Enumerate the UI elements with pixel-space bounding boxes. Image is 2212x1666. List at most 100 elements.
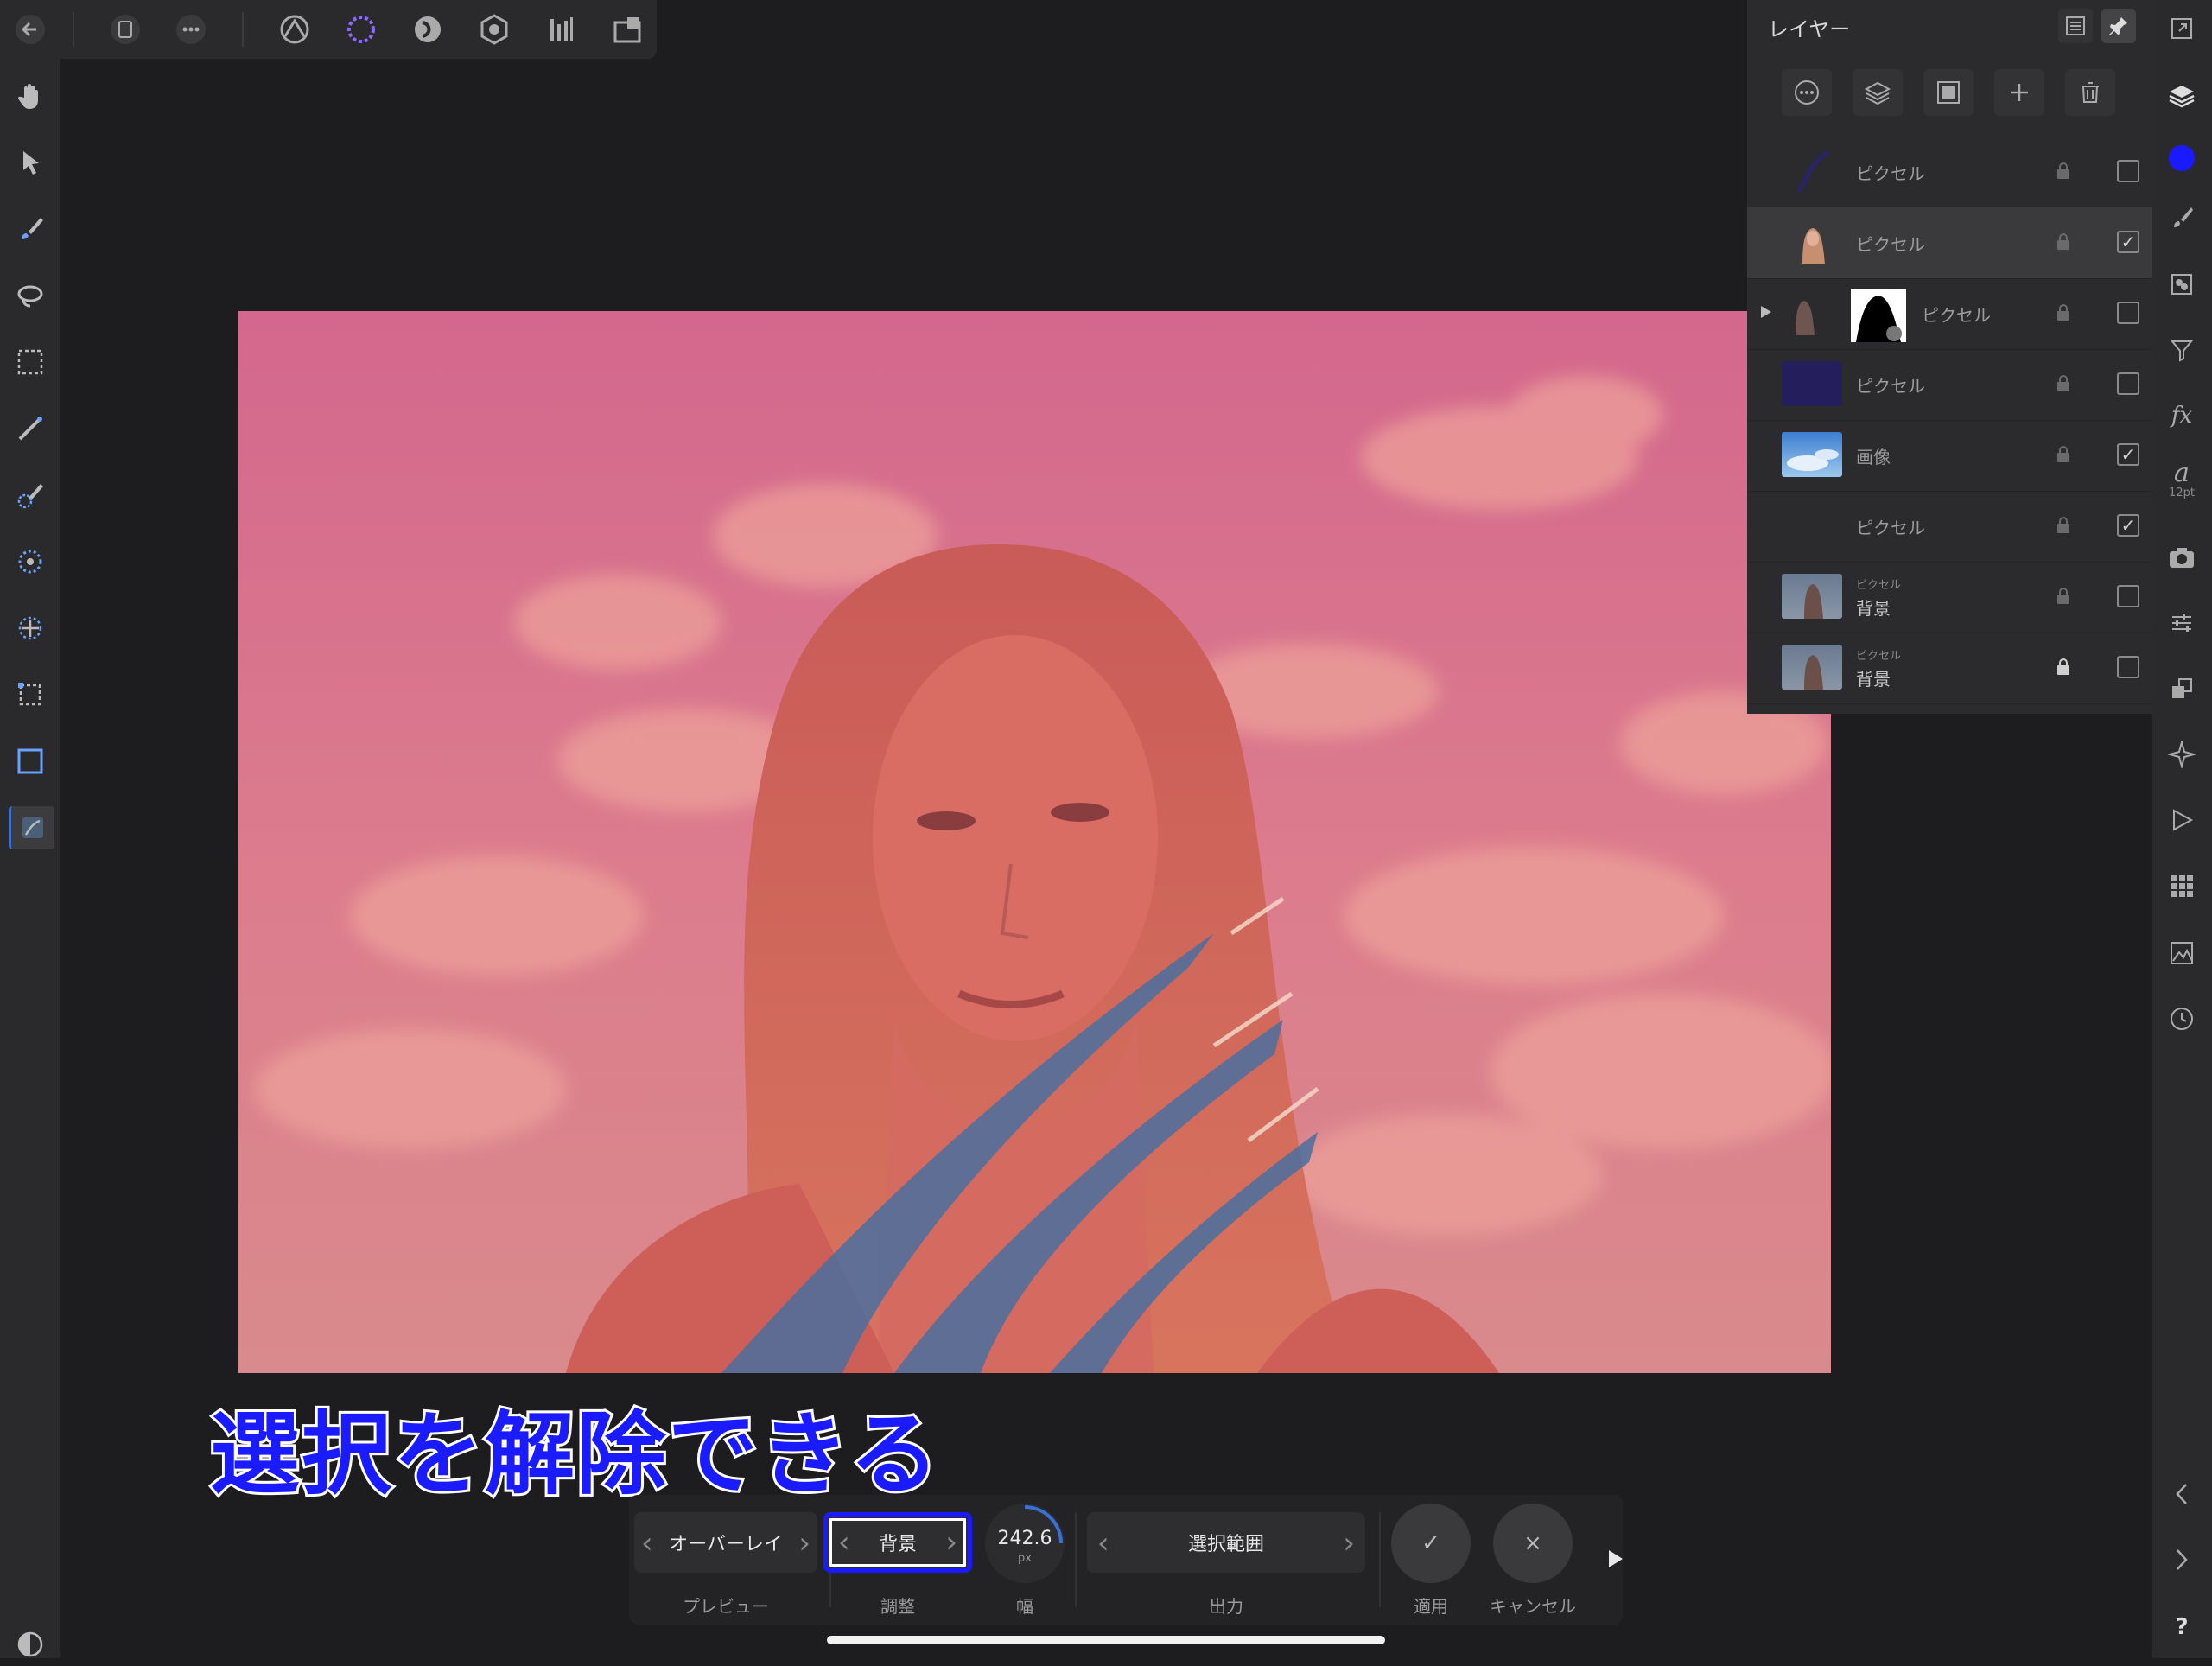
text-style-icon[interactable]: a 12pt bbox=[2160, 458, 2203, 501]
color-swatch-icon[interactable] bbox=[2160, 137, 2203, 180]
lock-icon[interactable] bbox=[2055, 373, 2072, 394]
export-persona-icon[interactable] bbox=[606, 9, 649, 50]
lock-icon[interactable] bbox=[2055, 161, 2072, 181]
chevron-left-icon[interactable] bbox=[2160, 1472, 2203, 1516]
pin-icon[interactable] bbox=[2101, 9, 2136, 43]
fx-icon[interactable]: fx bbox=[2160, 394, 2203, 437]
layer-row[interactable]: 画像 ✓ bbox=[1747, 420, 2152, 492]
filter-icon[interactable] bbox=[2160, 328, 2203, 372]
brushes-icon[interactable] bbox=[2160, 195, 2203, 238]
contrast-icon[interactable] bbox=[9, 1623, 52, 1666]
layer-row[interactable]: ピクセル 背景 bbox=[1747, 562, 2152, 633]
cancel-button[interactable]: × bbox=[1493, 1504, 1573, 1583]
visibility-checkbox[interactable] bbox=[2117, 372, 2139, 395]
freehand-selection-tool-icon[interactable] bbox=[9, 274, 52, 317]
lock-icon[interactable] bbox=[2055, 302, 2072, 323]
layer-row[interactable]: ピクセル bbox=[1747, 349, 2152, 421]
layer-row[interactable]: ピクセル bbox=[1747, 278, 2152, 350]
width-unit: px bbox=[1018, 1552, 1032, 1565]
photo-persona-icon[interactable] bbox=[273, 9, 316, 50]
output-selector[interactable]: ‹ 選択範囲 › bbox=[1087, 1512, 1365, 1573]
panel-title: レイヤー bbox=[1768, 17, 1851, 41]
layer-thumbnail bbox=[1782, 574, 1842, 619]
lock-icon[interactable] bbox=[2055, 586, 2072, 607]
liquify-persona-icon[interactable] bbox=[406, 9, 449, 50]
histogram-icon[interactable] bbox=[2160, 932, 2203, 975]
layer-row[interactable]: ピクセル bbox=[1747, 137, 2152, 208]
adjustments-icon[interactable] bbox=[2160, 601, 2203, 645]
selection-brush-tool-icon[interactable] bbox=[9, 474, 52, 517]
help-button[interactable]: ? bbox=[2160, 1606, 2203, 1649]
visibility-checkbox[interactable] bbox=[2117, 302, 2139, 324]
preview-selector[interactable]: ‹ オーバーレイ › bbox=[634, 1512, 817, 1573]
tone-mapping-persona-icon[interactable] bbox=[539, 9, 582, 50]
list-view-icon[interactable] bbox=[2058, 9, 2093, 43]
history-icon[interactable] bbox=[2160, 997, 2203, 1040]
visibility-checkbox[interactable]: ✓ bbox=[2117, 231, 2139, 253]
layer-row[interactable]: ピクセル ✓ bbox=[1747, 491, 2152, 563]
chevron-right-icon[interactable]: › bbox=[945, 1525, 957, 1560]
chevron-left-icon[interactable]: ‹ bbox=[1097, 1526, 1109, 1561]
navigator-icon[interactable] bbox=[2160, 733, 2203, 776]
lock-icon[interactable] bbox=[2055, 657, 2072, 677]
play-icon[interactable] bbox=[1605, 1547, 1626, 1571]
visibility-checkbox[interactable]: ✓ bbox=[2117, 514, 2139, 537]
blend-options-icon[interactable] bbox=[1782, 69, 1832, 116]
camera-icon[interactable] bbox=[2160, 536, 2203, 579]
develop-persona-icon[interactable] bbox=[473, 9, 516, 50]
lock-icon[interactable] bbox=[2055, 515, 2072, 536]
grid-icon[interactable] bbox=[2160, 864, 2203, 907]
chevron-right-icon[interactable]: › bbox=[798, 1526, 810, 1561]
left-toolbar bbox=[0, 59, 60, 1658]
layer-row[interactable]: ピクセル ✓ bbox=[1747, 207, 2152, 279]
visibility-checkbox[interactable] bbox=[2117, 585, 2139, 607]
lock-icon[interactable] bbox=[2055, 444, 2072, 465]
layer-name: ピクセル bbox=[1856, 518, 1925, 538]
transform-studio-icon[interactable] bbox=[2160, 667, 2203, 710]
layers-studio-icon[interactable] bbox=[2160, 74, 2203, 118]
layer-stack-icon[interactable] bbox=[1853, 69, 1903, 116]
back-arrow-icon[interactable] bbox=[9, 9, 52, 50]
fullscreen-icon[interactable] bbox=[2160, 7, 2203, 50]
chevron-left-icon[interactable]: ‹ bbox=[838, 1525, 850, 1560]
width-label: 幅 bbox=[1016, 1596, 1033, 1617]
apply-button[interactable]: ✓ bbox=[1391, 1504, 1471, 1583]
width-dial[interactable]: 242.6 px bbox=[985, 1504, 1065, 1583]
marquee-selection-tool-icon[interactable] bbox=[9, 340, 52, 384]
selection-persona-icon[interactable] bbox=[340, 9, 383, 50]
lock-icon[interactable] bbox=[2055, 232, 2072, 252]
macro-play-icon[interactable] bbox=[2160, 798, 2203, 842]
delete-layer-icon[interactable] bbox=[2065, 69, 2115, 116]
adjust-selector[interactable]: ‹ 背景 › bbox=[823, 1512, 972, 1573]
more-icon[interactable] bbox=[169, 9, 213, 50]
add-layer-icon[interactable] bbox=[1994, 69, 2044, 116]
rectangle-select-tool-icon[interactable] bbox=[9, 673, 52, 716]
expand-triangle-icon[interactable] bbox=[1759, 304, 1773, 320]
chevron-right-icon[interactable]: › bbox=[1343, 1526, 1355, 1561]
layer-row[interactable]: ピクセル 背景 bbox=[1747, 633, 2152, 704]
cancel-label: キャンセル bbox=[1490, 1596, 1576, 1617]
flood-select-tool-icon[interactable] bbox=[9, 407, 52, 450]
rect-select-alt-tool-icon[interactable] bbox=[9, 740, 52, 783]
transform-tool-icon[interactable] bbox=[9, 607, 52, 650]
layer-name: ピクセル bbox=[1922, 305, 1991, 326]
layer-thumbnail bbox=[1782, 149, 1842, 194]
check-icon: ✓ bbox=[1421, 1530, 1440, 1556]
visibility-checkbox[interactable]: ✓ bbox=[2117, 443, 2139, 466]
layers-panel: レイヤー ピクセル ピクセル ✓ ピクセル ピクセル 画像 ✓ ピクセル ✓ ピ… bbox=[1747, 0, 2152, 714]
visibility-checkbox[interactable] bbox=[2117, 160, 2139, 182]
canvas-image[interactable] bbox=[238, 311, 1831, 1373]
chevron-left-icon[interactable]: ‹ bbox=[641, 1526, 653, 1561]
hand-tool-icon[interactable] bbox=[9, 74, 52, 118]
refine-tool-icon[interactable] bbox=[9, 540, 52, 583]
document-icon[interactable] bbox=[104, 9, 147, 50]
adjust-label: 調整 bbox=[880, 1596, 915, 1617]
visibility-checkbox[interactable] bbox=[2117, 656, 2139, 678]
paint-brush-tool-icon[interactable] bbox=[9, 207, 52, 251]
layer-name: ピクセル bbox=[1856, 163, 1925, 184]
active-selection-tool-icon[interactable] bbox=[9, 806, 54, 849]
move-tool-icon[interactable] bbox=[9, 141, 52, 184]
chevron-right-icon[interactable] bbox=[2160, 1538, 2203, 1581]
mask-layer-icon[interactable] bbox=[1923, 69, 1974, 116]
channels-icon[interactable] bbox=[2160, 263, 2203, 306]
